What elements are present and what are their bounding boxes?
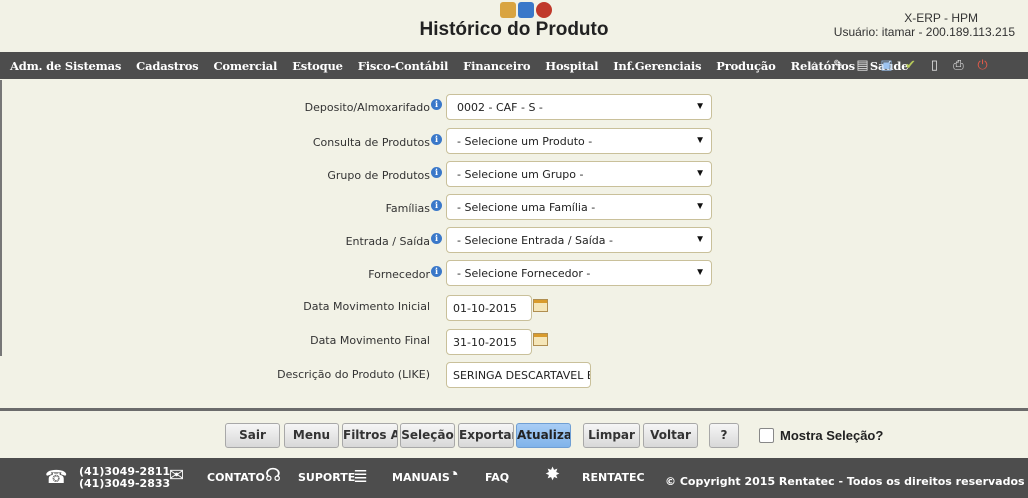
row-data-inicial: Data Movimento Inicial 01-10-2015: [0, 294, 1028, 324]
check-icon[interactable]: ✔: [902, 56, 919, 73]
info-icon: i: [431, 233, 442, 244]
file-icon[interactable]: ▯: [926, 56, 943, 73]
info-icon: i: [431, 134, 442, 145]
data-inicial-label: Data Movimento Inicial: [303, 300, 430, 313]
dropdown-arrow-icon: ▼: [695, 234, 705, 245]
data-final-label: Data Movimento Final: [310, 334, 430, 347]
row-grupo: Grupo de Produtos i - Selecione um Grupo…: [0, 160, 1028, 190]
rentatec-logo-icon: ✸: [545, 464, 561, 484]
produto-label: Consulta de Produtos: [312, 136, 430, 149]
familia-select[interactable]: - Selecione uma Família - ▼: [446, 194, 712, 220]
info-icon: i: [431, 99, 442, 110]
mostra-selecao-label: Mostra Seleção?: [780, 428, 884, 443]
tools-icon: [500, 2, 516, 18]
box-icon: [518, 2, 534, 18]
edit-icon[interactable]: ✎: [830, 56, 847, 73]
suporte-link[interactable]: SUPORTE: [298, 471, 355, 484]
menu-comercial[interactable]: Comercial: [213, 59, 277, 73]
row-fornecedor: Fornecedor i - Selecione Fornecedor - ▼: [0, 259, 1028, 289]
row-deposito: Deposito/Almoxarifado i 0002 - CAF - S -…: [0, 94, 1028, 124]
mail-icon: ✉: [169, 465, 185, 485]
menu-estoque[interactable]: Estoque: [292, 59, 343, 73]
limpar-button[interactable]: Limpar: [583, 423, 640, 448]
sair-button[interactable]: Sair: [225, 423, 280, 448]
data-inicial-input[interactable]: 01-10-2015: [446, 295, 532, 321]
divider: [0, 408, 1028, 411]
phone-icon: ☎: [45, 467, 68, 487]
user-info: Usuário: itamar - 200.189.113.215: [833, 25, 1015, 39]
home-icon[interactable]: ⌂: [806, 56, 823, 73]
row-produto: Consulta de Produtos i - Selecione um Pr…: [0, 127, 1028, 157]
contato-link[interactable]: CONTATO: [207, 471, 265, 484]
app-logo: [500, 2, 552, 18]
headset-icon: ☊: [265, 465, 281, 485]
save-icon[interactable]: ▣: [878, 56, 895, 73]
manuais-link[interactable]: MANUAIS: [392, 471, 450, 484]
dropdown-arrow-icon: ▼: [695, 101, 705, 112]
info-icon: i: [431, 167, 442, 178]
system-name: X-ERP - HPM: [904, 11, 978, 25]
grupo-select[interactable]: - Selecione um Grupo - ▼: [446, 161, 712, 187]
toolbar: ⌂ ✎ ▤ ▣ ✔ ▯ ⎙ ⏻: [806, 56, 991, 73]
exit-icon[interactable]: ⏻: [974, 56, 991, 73]
fornecedor-label: Fornecedor: [368, 268, 430, 281]
row-familia: Famílias i - Selecione uma Família - ▼: [0, 193, 1028, 223]
menu-inf-gerenciais[interactable]: Inf.Gerenciais: [613, 59, 701, 73]
data-final-input[interactable]: 31-10-2015: [446, 329, 532, 355]
calendar-icon[interactable]: [533, 333, 548, 346]
exportar-button[interactable]: Exportar: [458, 423, 514, 448]
plus-icon: [536, 2, 552, 18]
help-button[interactable]: ?: [709, 423, 739, 448]
selecao-button[interactable]: Seleção: [400, 423, 455, 448]
deposito-label: Deposito/Almoxarifado: [304, 101, 430, 114]
menu-button[interactable]: Menu: [284, 423, 339, 448]
dropdown-arrow-icon: ▼: [695, 201, 705, 212]
menu-cadastros[interactable]: Cadastros: [136, 59, 198, 73]
mostra-selecao-checkbox[interactable]: [759, 428, 774, 443]
descricao-label: Descrição do Produto (LIKE): [277, 368, 430, 381]
grupo-label: Grupo de Produtos: [327, 169, 430, 182]
deposito-select[interactable]: 0002 - CAF - S - ▼: [446, 94, 712, 120]
voltar-button[interactable]: Voltar: [643, 423, 698, 448]
books-icon: ≣: [353, 466, 369, 486]
filtros-button[interactable]: Filtros Av: [342, 423, 398, 448]
entrada-select[interactable]: - Selecione Entrada / Saída - ▼: [446, 227, 712, 253]
row-data-final: Data Movimento Final 31-10-2015: [0, 328, 1028, 358]
dropdown-arrow-icon: ▼: [695, 168, 705, 179]
familia-label: Famílias: [385, 202, 430, 215]
entrada-label: Entrada / Saída: [345, 235, 430, 248]
copyright: © Copyright 2015 Rentatec - Todos os dir…: [665, 475, 1025, 488]
print-icon[interactable]: ⎙: [950, 56, 967, 73]
atualizar-button[interactable]: Atualizar: [516, 423, 571, 448]
faq-link[interactable]: FAQ: [485, 471, 509, 484]
document-icon[interactable]: ▤: [854, 56, 871, 73]
rentatec-label: RENTATEC: [582, 471, 645, 484]
menu-financeiro[interactable]: Financeiro: [463, 59, 530, 73]
page-header: Histórico do Produto X-ERP - HPM Usuário…: [0, 0, 1028, 50]
menu-producao[interactable]: Produção: [716, 59, 776, 73]
info-icon: i: [431, 200, 442, 211]
dropdown-arrow-icon: ▼: [695, 267, 705, 278]
menu-hospital[interactable]: Hospital: [545, 59, 598, 73]
calendar-icon[interactable]: [533, 299, 548, 312]
row-entrada: Entrada / Saída i - Selecione Entrada / …: [0, 226, 1028, 256]
faq-bubble-icon: ◔: [448, 464, 459, 484]
menu-fisco-contabil[interactable]: Fisco-Contábil: [358, 59, 449, 73]
footer: ☎ (41)3049-2811 (41)3049-2833 ✉ CONTATO …: [0, 458, 1028, 498]
fornecedor-select[interactable]: - Selecione Fornecedor - ▼: [446, 260, 712, 286]
produto-select[interactable]: - Selecione um Produto - ▼: [446, 128, 712, 154]
dropdown-arrow-icon: ▼: [695, 135, 705, 146]
info-icon: i: [431, 266, 442, 277]
phone-2: (41)3049-2833: [79, 477, 171, 490]
descricao-input[interactable]: SERINGA DESCARTAVEL BIC: [446, 362, 591, 388]
menu-adm-sistemas[interactable]: Adm. de Sistemas: [10, 59, 121, 73]
